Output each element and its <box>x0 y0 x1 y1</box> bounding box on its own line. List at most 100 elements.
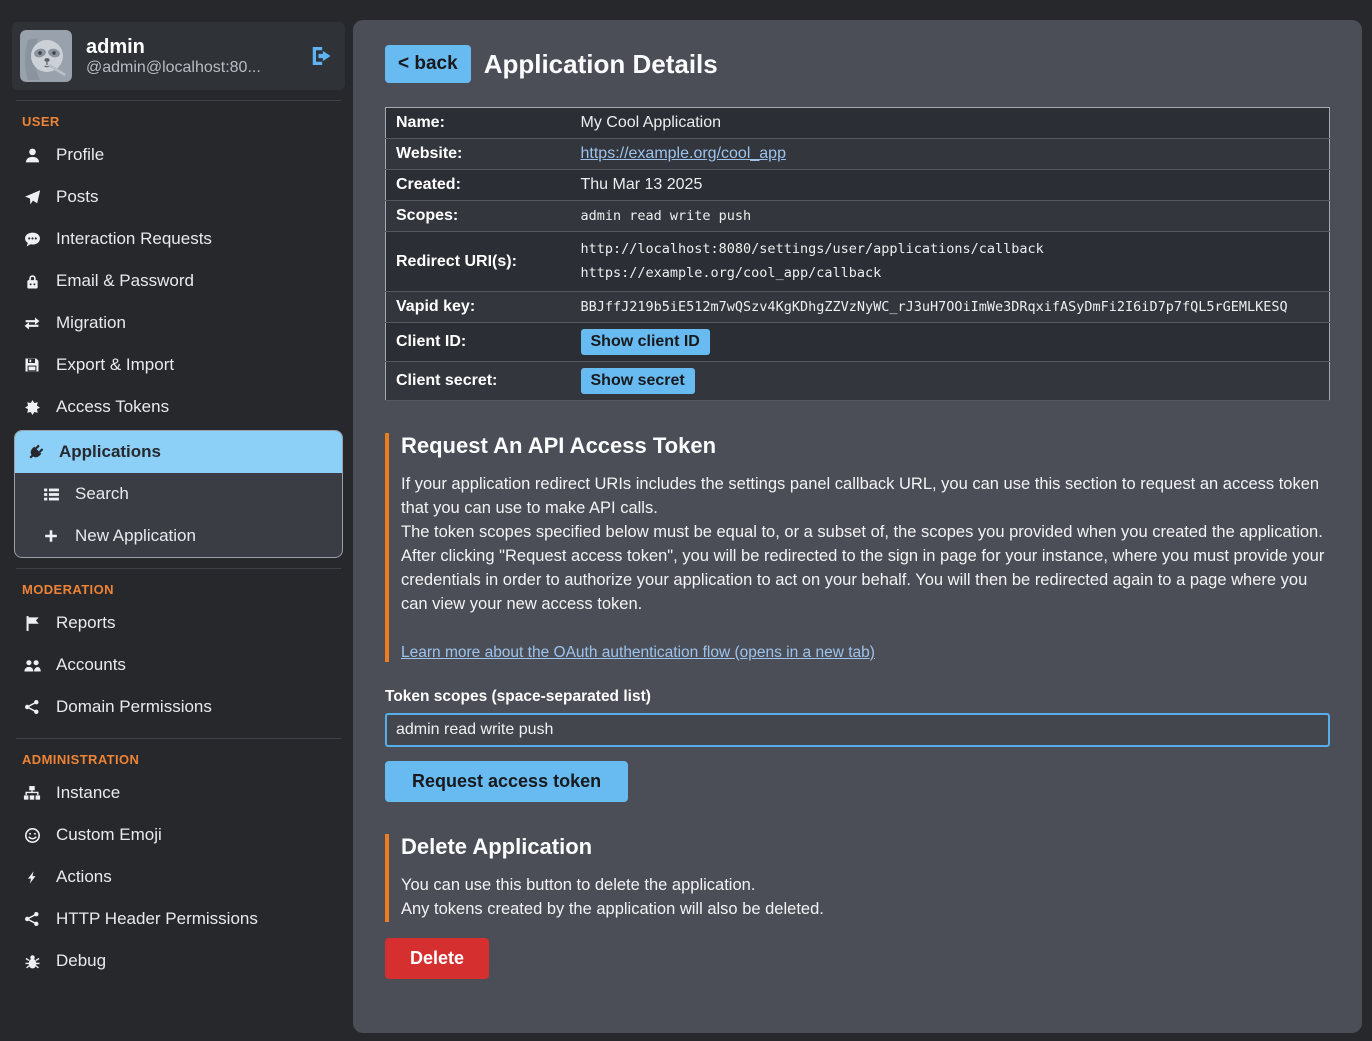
user-handle: @admin@localhost:80... <box>86 59 293 77</box>
show-client-id-button[interactable]: Show client ID <box>581 329 710 355</box>
token-scopes-label: Token scopes (space-separated list) <box>385 688 1330 706</box>
plus-icon <box>41 528 61 544</box>
table-row: Client secret: Show secret <box>386 362 1330 401</box>
certificate-icon <box>22 399 42 416</box>
row-label: Redirect URI(s): <box>386 232 571 292</box>
share-nodes-icon <box>22 699 42 715</box>
sidebar-item-label: Actions <box>56 867 112 887</box>
sidebar-item-domain-permissions[interactable]: Domain Permissions <box>12 686 345 728</box>
sidebar-item-export-import[interactable]: Export & Import <box>12 344 345 386</box>
sidebar-item-label: Posts <box>56 187 99 207</box>
sidebar-item-label: Interaction Requests <box>56 229 212 249</box>
sidebar-item-label: Export & Import <box>56 355 174 375</box>
sidebar-item-migration[interactable]: Migration <box>12 302 345 344</box>
comment-dots-icon <box>22 231 42 248</box>
table-row: Name: My Cool Application <box>386 108 1330 139</box>
page-title: Application Details <box>484 49 718 80</box>
table-row: Scopes: admin read write push <box>386 201 1330 232</box>
sidebar-item-applications[interactable]: Applications <box>15 431 342 473</box>
row-label: Client ID: <box>386 323 571 362</box>
token-scopes-input[interactable] <box>385 713 1330 747</box>
sidebar-item-label: HTTP Header Permissions <box>56 909 258 929</box>
row-label: Client secret: <box>386 362 571 401</box>
bug-icon <box>22 953 42 970</box>
divider <box>16 100 341 101</box>
table-row: Vapid key: BBJffJ219b5iE512m7wQSzv4KgKDh… <box>386 292 1330 323</box>
sidebar-item-label: Custom Emoji <box>56 825 162 845</box>
content-panel: < back Application Details Name: My Cool… <box>353 20 1362 1033</box>
sidebar-item-label: Access Tokens <box>56 397 169 417</box>
sloth-avatar <box>20 30 72 82</box>
smiley-icon <box>22 827 42 844</box>
website-link[interactable]: https://example.org/cool_app <box>581 145 786 162</box>
delete-application-section: Delete Application You can use this butt… <box>385 834 1330 922</box>
list-icon <box>41 486 61 503</box>
sidebar-item-access-tokens[interactable]: Access Tokens <box>12 386 345 428</box>
token-section-title: Request An API Access Token <box>401 433 1330 459</box>
sidebar-item-label: Search <box>75 484 129 504</box>
sidebar-item-profile[interactable]: Profile <box>12 134 345 176</box>
paper-plane-icon <box>22 189 42 206</box>
row-label: Scopes: <box>386 201 571 232</box>
sidebar-item-reports[interactable]: Reports <box>12 602 345 644</box>
applications-group: Applications Search New Application <box>14 430 343 558</box>
sidebar-item-email-password[interactable]: Email & Password <box>12 260 345 302</box>
sidebar-item-instance[interactable]: Instance <box>12 772 345 814</box>
app-name-value: My Cool Application <box>571 108 1330 139</box>
page-header: < back Application Details <box>385 45 1330 83</box>
lock-icon <box>22 273 42 290</box>
sidebar-item-label: Domain Permissions <box>56 697 212 717</box>
main-area: < back Application Details Name: My Cool… <box>353 0 1372 1041</box>
sidebar-item-label: Reports <box>56 613 116 633</box>
delete-section-paragraph: You can use this button to delete the ap… <box>401 874 1330 898</box>
sidebar-item-label: Debug <box>56 951 106 971</box>
show-secret-button[interactable]: Show secret <box>581 368 695 394</box>
sidebar-item-label: Accounts <box>56 655 126 675</box>
section-label-administration: ADMINISTRATION <box>22 752 335 767</box>
sidebar-item-label: New Application <box>75 526 196 546</box>
sitemap-icon <box>22 785 42 802</box>
back-button[interactable]: < back <box>385 45 471 83</box>
oauth-docs-link[interactable]: Learn more about the OAuth authenticatio… <box>401 644 875 662</box>
flag-icon <box>22 615 42 632</box>
sidebar-item-http-header-permissions[interactable]: HTTP Header Permissions <box>12 898 345 940</box>
redirect-uri-2: https://example.org/cool_app/callback <box>581 262 1320 286</box>
vapid-key-value: BBJffJ219b5iE512m7wQSzv4KgKDhgZZVzNyWC_r… <box>571 292 1330 323</box>
floppy-disk-icon <box>22 357 42 373</box>
plug-icon <box>25 444 45 461</box>
sidebar-item-label: Applications <box>59 442 161 462</box>
sidebar-item-custom-emoji[interactable]: Custom Emoji <box>12 814 345 856</box>
divider <box>16 738 341 739</box>
user-card[interactable]: admin @admin@localhost:80... <box>12 22 345 90</box>
sidebar-item-label: Migration <box>56 313 126 333</box>
share-nodes-icon <box>22 911 42 927</box>
sidebar-item-actions[interactable]: Actions <box>12 856 345 898</box>
bolt-icon <box>22 869 42 886</box>
sidebar: admin @admin@localhost:80... USER Profil… <box>0 0 353 1041</box>
sidebar-item-posts[interactable]: Posts <box>12 176 345 218</box>
sidebar-item-accounts[interactable]: Accounts <box>12 644 345 686</box>
delete-section-paragraph: Any tokens created by the application wi… <box>401 898 1330 922</box>
exchange-arrows-icon <box>22 315 42 332</box>
sign-out-icon[interactable] <box>307 42 335 70</box>
token-section-paragraph: After clicking "Request access token", y… <box>401 545 1330 617</box>
row-label: Name: <box>386 108 571 139</box>
sidebar-item-new-application[interactable]: New Application <box>15 515 342 557</box>
row-label: Vapid key: <box>386 292 571 323</box>
users-icon <box>22 657 42 674</box>
row-label: Created: <box>386 170 571 201</box>
sidebar-item-label: Profile <box>56 145 104 165</box>
section-label-moderation: MODERATION <box>22 582 335 597</box>
application-details-table: Name: My Cool Application Website: https… <box>385 107 1330 401</box>
table-row: Client ID: Show client ID <box>386 323 1330 362</box>
sidebar-item-debug[interactable]: Debug <box>12 940 345 982</box>
table-row: Website: https://example.org/cool_app <box>386 139 1330 170</box>
row-label: Website: <box>386 139 571 170</box>
delete-button[interactable]: Delete <box>385 938 489 979</box>
sidebar-item-applications-search[interactable]: Search <box>15 473 342 515</box>
user-icon <box>22 147 42 164</box>
sidebar-item-interaction-requests[interactable]: Interaction Requests <box>12 218 345 260</box>
request-token-section: Request An API Access Token If your appl… <box>385 433 1330 662</box>
divider <box>16 568 341 569</box>
request-access-token-button[interactable]: Request access token <box>385 761 628 802</box>
